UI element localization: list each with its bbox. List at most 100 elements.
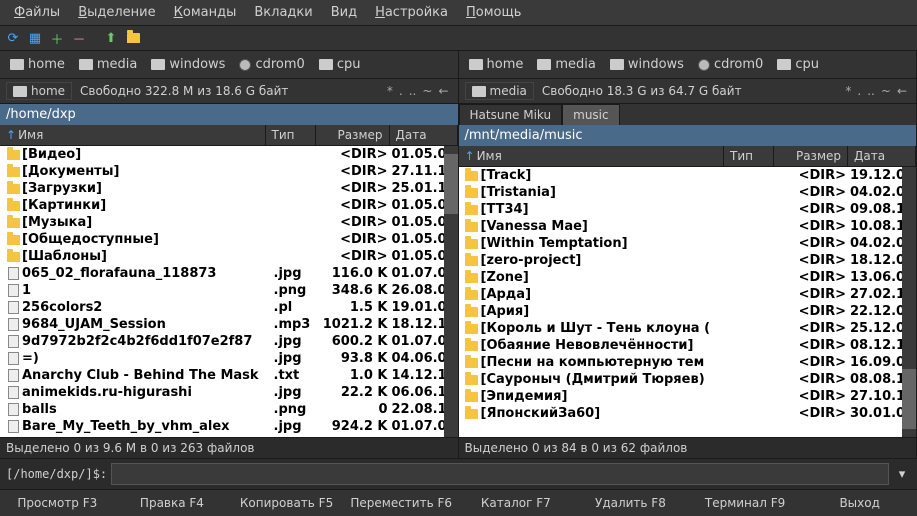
drive-windows[interactable]: windows — [147, 55, 229, 74]
menu-tabs[interactable]: Вкладки — [246, 3, 320, 22]
list-item[interactable]: balls.png022.08.10 — [0, 401, 458, 418]
fn-переместить[interactable]: Переместить F6 — [344, 490, 459, 516]
folder-icon — [463, 270, 481, 285]
nav-~[interactable]: ~ — [878, 84, 894, 98]
list-item[interactable]: 256colors2.pl1.5 K19.01.09 — [0, 299, 458, 316]
nav-~[interactable]: ~ — [419, 84, 435, 98]
menu-commands[interactable]: Команды — [166, 3, 245, 22]
folder-icon — [463, 168, 481, 183]
list-item[interactable]: [Документы]<DIR>27.11.10 — [0, 163, 458, 180]
list-item[interactable]: Bare_My_Teeth_by_vhm_alex.jpg924.2 K01.0… — [0, 418, 458, 435]
list-item[interactable]: animekids.ru-higurashi.jpg22.2 K06.06.10 — [0, 384, 458, 401]
nav-..[interactable]: .. — [864, 84, 878, 98]
drive-home[interactable]: home — [465, 55, 528, 74]
drive-home[interactable]: home — [6, 55, 69, 74]
cmd-input[interactable] — [111, 463, 889, 485]
fn-выход[interactable]: Выход — [802, 490, 917, 516]
scrollbar[interactable] — [444, 146, 458, 437]
col-size[interactable]: Размер — [774, 146, 848, 166]
col-type[interactable]: Тип — [266, 125, 316, 145]
menu-files[interactable]: Файлы — [6, 3, 68, 22]
menu-selection[interactable]: Выделение — [70, 3, 163, 22]
hdd-icon — [472, 86, 486, 97]
col-name[interactable]: ↑Имя — [459, 146, 725, 166]
file-icon — [4, 419, 22, 434]
list-item[interactable]: [Шаблоны]<DIR>01.05.08 — [0, 248, 458, 265]
file-icon — [4, 385, 22, 400]
list-item[interactable]: =).jpg93.8 K04.06.08 — [0, 350, 458, 367]
col-date[interactable]: Дата — [390, 125, 458, 145]
nav-..[interactable]: .. — [406, 84, 420, 98]
drive-windows[interactable]: windows — [606, 55, 688, 74]
folder-icon — [4, 249, 22, 264]
menu-settings[interactable]: Настройка — [367, 3, 456, 22]
list-item[interactable]: [Музыка]<DIR>01.05.08 — [0, 214, 458, 231]
up-arrow-icon[interactable]: ⬆ — [102, 29, 120, 47]
fn-просмотр[interactable]: Просмотр F3 — [0, 490, 115, 516]
list-item[interactable]: [Видео]<DIR>01.05.08 — [0, 146, 458, 163]
list-item[interactable]: [Король и Шут - Тень клоуна (<DIR>25.12.… — [459, 320, 917, 337]
list-item[interactable]: 9684_UJAM_Session.mp31021.2 K18.12.10 — [0, 316, 458, 333]
list-item[interactable]: [Tristania]<DIR>04.02.09 — [459, 184, 917, 201]
scrollbar[interactable] — [902, 167, 916, 437]
fn-терминал[interactable]: Терминал F9 — [688, 490, 803, 516]
fn-удалить[interactable]: Удалить F8 — [573, 490, 688, 516]
list-item[interactable]: Anarchy Club - Behind The Mask.txt1.0 K1… — [0, 367, 458, 384]
list-item[interactable]: 1.png348.6 K26.08.09 — [0, 282, 458, 299]
left-current-drive[interactable]: home — [6, 82, 72, 100]
left-file-list[interactable]: [Видео]<DIR>01.05.08[Документы]<DIR>27.1… — [0, 146, 458, 437]
fn-правка[interactable]: Правка F4 — [115, 490, 230, 516]
nav-*[interactable]: * — [842, 84, 854, 98]
list-item[interactable]: [Vanessa Mae]<DIR>10.08.10 — [459, 218, 917, 235]
list-item[interactable]: [zero-project]<DIR>18.12.09 — [459, 252, 917, 269]
drive-cpu[interactable]: cpu — [773, 55, 823, 74]
right-file-list[interactable]: [Track]<DIR>19.12.09[Tristania]<DIR>04.0… — [459, 167, 917, 437]
tab-music[interactable]: music — [562, 104, 619, 125]
list-item[interactable]: [ЯпонскийЗа60]<DIR>30.01.09 — [459, 405, 917, 422]
nav-.[interactable]: . — [854, 84, 864, 98]
col-name[interactable]: ↑Имя — [0, 125, 266, 145]
right-path[interactable]: /mnt/media/music — [459, 125, 917, 146]
list-item[interactable]: 065_02_florafauna_118873.jpg116.0 K01.07… — [0, 265, 458, 282]
list-item[interactable]: [Сауроныч (Дмитрий Тюряев)<DIR>08.08.10 — [459, 371, 917, 388]
dropdown-icon[interactable]: ▾ — [893, 465, 911, 483]
fn-копировать[interactable]: Копировать F5 — [229, 490, 344, 516]
tab-Hatsune Miku[interactable]: Hatsune Miku — [459, 104, 563, 125]
list-item[interactable]: [Эпидемия]<DIR>27.10.10 — [459, 388, 917, 405]
plus-icon[interactable]: ＋ — [48, 29, 66, 47]
col-size[interactable]: Размер — [316, 125, 390, 145]
minus-icon[interactable]: － — [70, 29, 88, 47]
list-item[interactable]: [Zone]<DIR>13.06.09 — [459, 269, 917, 286]
left-path[interactable]: /home/dxp — [0, 104, 458, 125]
folder-icon — [463, 219, 481, 234]
list-item[interactable]: [Загрузки]<DIR>25.01.11 — [0, 180, 458, 197]
list-item[interactable]: [Песни на компьютерную тем<DIR>16.09.09 — [459, 354, 917, 371]
col-type[interactable]: Тип — [724, 146, 774, 166]
grid-icon[interactable]: ▦ — [26, 29, 44, 47]
drive-cpu[interactable]: cpu — [315, 55, 365, 74]
nav-←[interactable]: ← — [435, 84, 451, 98]
nav-*[interactable]: * — [384, 84, 396, 98]
list-item[interactable]: [Ария]<DIR>22.12.09 — [459, 303, 917, 320]
list-item[interactable]: [Картинки]<DIR>01.05.08 — [0, 197, 458, 214]
list-item[interactable]: [Within Temptation]<DIR>04.02.09 — [459, 235, 917, 252]
col-date[interactable]: Дата — [848, 146, 916, 166]
drive-cdrom0[interactable]: cdrom0 — [235, 55, 308, 74]
list-item[interactable]: [TT34]<DIR>09.08.10 — [459, 201, 917, 218]
list-item[interactable]: [Track]<DIR>19.12.09 — [459, 167, 917, 184]
right-current-drive[interactable]: media — [465, 82, 534, 100]
nav-.[interactable]: . — [396, 84, 406, 98]
drive-media[interactable]: media — [533, 55, 600, 74]
nav-←[interactable]: ← — [894, 84, 910, 98]
list-item[interactable]: 9d7972b2f2c4b2f6dd1f07e2f87.jpg600.2 K01… — [0, 333, 458, 350]
menu-help[interactable]: Помощь — [458, 3, 529, 22]
menu-view[interactable]: Вид — [323, 3, 365, 22]
folder-star-icon[interactable] — [124, 29, 142, 47]
refresh-icon[interactable]: ⟳ — [4, 29, 22, 47]
list-item[interactable]: [Арда]<DIR>27.02.10 — [459, 286, 917, 303]
list-item[interactable]: [Общедоступные]<DIR>01.05.08 — [0, 231, 458, 248]
drive-cdrom0[interactable]: cdrom0 — [694, 55, 767, 74]
list-item[interactable]: [Обаяние Невовлечённости]<DIR>08.12.10 — [459, 337, 917, 354]
fn-каталог[interactable]: Каталог F7 — [459, 490, 574, 516]
drive-media[interactable]: media — [75, 55, 142, 74]
